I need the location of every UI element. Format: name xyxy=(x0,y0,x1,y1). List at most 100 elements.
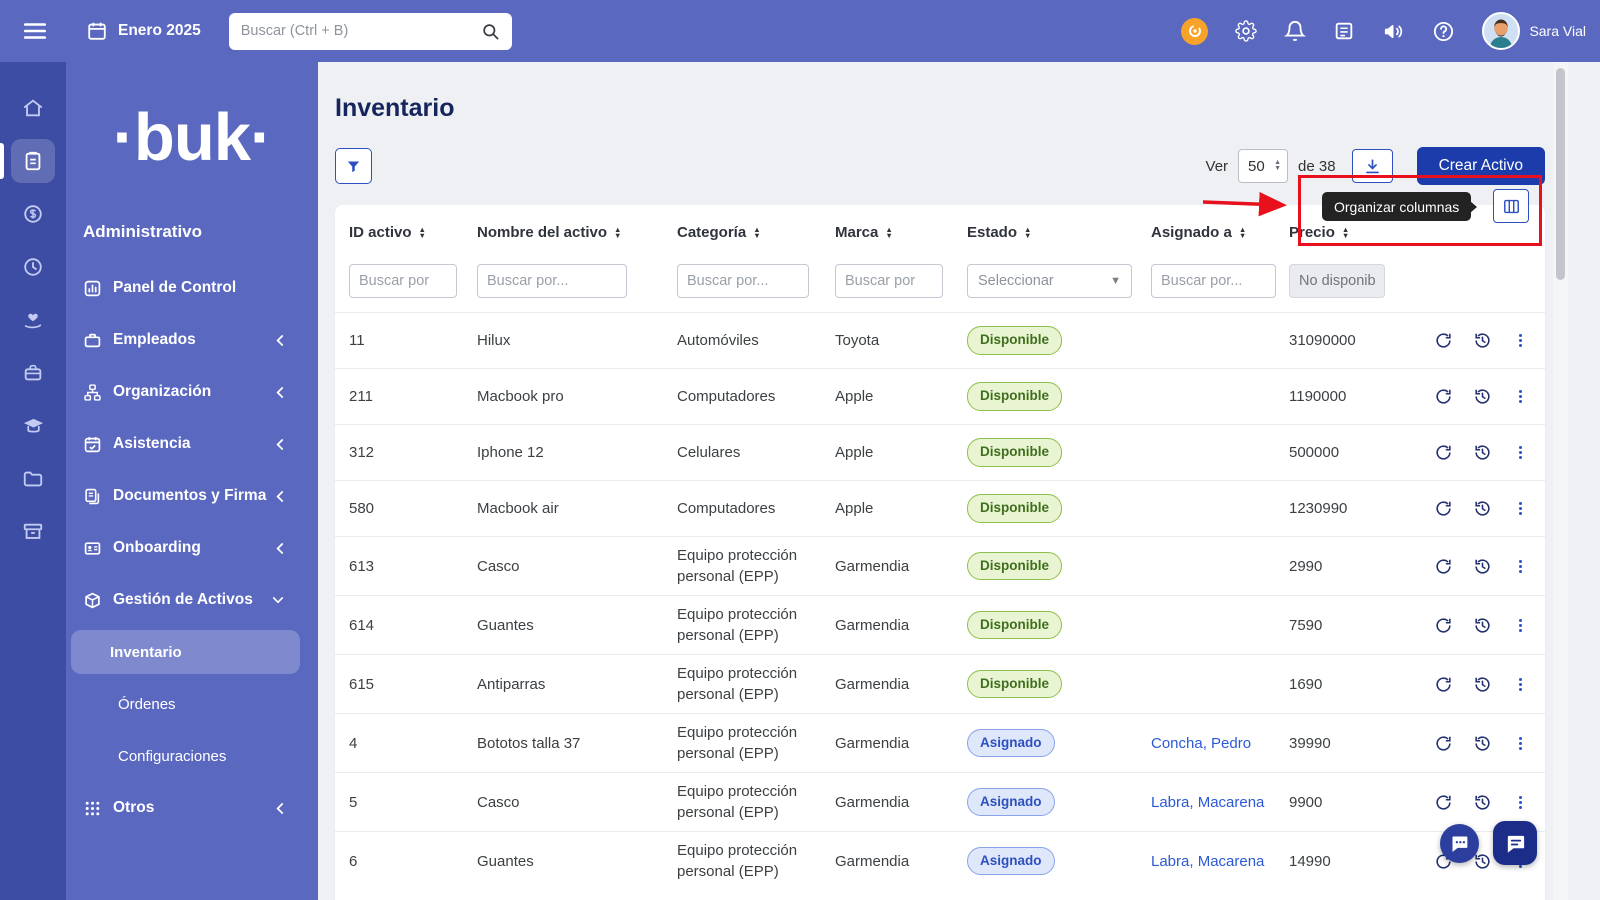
page-size-value: 50 xyxy=(1248,158,1265,175)
history-button[interactable] xyxy=(1473,499,1492,518)
org-chart-icon xyxy=(84,384,101,401)
sidebar-subitem-configuraciones[interactable]: Configuraciones xyxy=(66,730,318,782)
history-button[interactable] xyxy=(1473,793,1492,812)
dollar-icon xyxy=(22,203,44,225)
toolbar: Ver 50 ▲▼ de 38 Crear Activo xyxy=(335,147,1545,185)
col-header-precio[interactable]: Precio▲▼ xyxy=(1289,224,1434,241)
news-button[interactable] xyxy=(1333,20,1355,42)
rewards-button[interactable] xyxy=(1181,18,1208,45)
filter-nombre-input[interactable] xyxy=(477,264,627,298)
row-actions xyxy=(1434,323,1549,358)
refresh-button[interactable] xyxy=(1434,387,1453,406)
table-row: 312 Iphone 12 Celulares Apple Disponible… xyxy=(335,424,1545,480)
sidebar-subitem-ordenes[interactable]: Órdenes xyxy=(66,678,318,730)
filter-asignado-input[interactable] xyxy=(1151,264,1276,298)
sidebar-subitem-inventario[interactable]: Inventario xyxy=(71,630,300,674)
refresh-button[interactable] xyxy=(1434,734,1453,753)
search-icon[interactable] xyxy=(481,22,500,41)
row-menu-button[interactable] xyxy=(1512,387,1529,406)
notifications-button[interactable] xyxy=(1284,20,1306,42)
refresh-button[interactable] xyxy=(1434,443,1453,462)
cell-brand: Garmendia xyxy=(835,548,967,585)
create-asset-button[interactable]: Crear Activo xyxy=(1417,147,1545,185)
rail-item-archive[interactable] xyxy=(11,510,55,554)
cell-brand: Apple xyxy=(835,490,967,527)
period-selector[interactable]: Enero 2025 xyxy=(86,20,201,42)
settings-button[interactable] xyxy=(1235,20,1257,42)
sidebar-subitem-label: Inventario xyxy=(110,644,182,661)
history-button[interactable] xyxy=(1473,616,1492,635)
help-widget-button[interactable] xyxy=(1493,821,1537,865)
history-button[interactable] xyxy=(1473,852,1492,871)
sidebar-item-onboarding[interactable]: Onboarding xyxy=(66,522,318,574)
assigned-link[interactable]: Labra, Macarena xyxy=(1151,853,1264,870)
download-button[interactable] xyxy=(1352,149,1393,183)
refresh-button[interactable] xyxy=(1434,675,1453,694)
filter-categoria-input[interactable] xyxy=(677,264,809,298)
row-menu-button[interactable] xyxy=(1512,793,1529,812)
search-input[interactable] xyxy=(241,23,481,39)
row-menu-button[interactable] xyxy=(1512,734,1529,753)
history-button[interactable] xyxy=(1473,331,1492,350)
user-menu[interactable]: Sara Vial xyxy=(1482,12,1586,50)
assets-icon xyxy=(84,592,101,609)
history-button[interactable] xyxy=(1473,675,1492,694)
history-button[interactable] xyxy=(1473,557,1492,576)
col-header-categoria[interactable]: Categoría▲▼ xyxy=(677,224,835,241)
announcements-button[interactable] xyxy=(1382,20,1405,43)
history-button[interactable] xyxy=(1473,443,1492,462)
row-menu-button[interactable] xyxy=(1512,616,1529,635)
scrollbar-thumb[interactable] xyxy=(1556,68,1565,280)
rail-item-time[interactable] xyxy=(11,245,55,289)
sidebar-item-otros[interactable]: Otros xyxy=(66,782,318,834)
sidebar-item-empleados[interactable]: Empleados xyxy=(66,314,318,366)
chat-widget-button[interactable] xyxy=(1440,824,1479,863)
rail-item-files[interactable] xyxy=(11,457,55,501)
toolbar-right: Ver 50 ▲▼ de 38 Crear Activo xyxy=(1206,147,1545,185)
menu-toggle-button[interactable] xyxy=(22,18,48,44)
sidebar-item-asistencia[interactable]: Asistencia xyxy=(66,418,318,470)
help-button[interactable] xyxy=(1432,20,1455,43)
row-menu-button[interactable] xyxy=(1512,675,1529,694)
sidebar-item-organizacion[interactable]: Organización xyxy=(66,366,318,418)
rail-item-training[interactable] xyxy=(11,404,55,448)
sidebar-item-documentos-y-firma[interactable]: Documentos y Firma xyxy=(66,470,318,522)
refresh-button[interactable] xyxy=(1434,557,1453,576)
rail-item-home[interactable] xyxy=(11,86,55,130)
sidebar: ·buk· Administrativo Panel de Control Em… xyxy=(66,62,318,900)
col-header-estado[interactable]: Estado▲▼ xyxy=(967,224,1151,241)
assigned-link[interactable]: Concha, Pedro xyxy=(1151,735,1251,752)
main-content: Inventario Ver 50 ▲▼ de 38 Crear Activo xyxy=(318,62,1600,900)
refresh-button[interactable] xyxy=(1434,331,1453,350)
row-menu-button[interactable] xyxy=(1512,331,1529,350)
assigned-link[interactable]: Labra, Macarena xyxy=(1151,794,1264,811)
sidebar-item-gestion-de-activos[interactable]: Gestión de Activos xyxy=(66,574,318,626)
col-header-marca[interactable]: Marca▲▼ xyxy=(835,224,967,241)
rail-item-assets[interactable] xyxy=(11,139,55,183)
col-header-nombre[interactable]: Nombre del activo▲▼ xyxy=(477,224,677,241)
history-button[interactable] xyxy=(1473,734,1492,753)
refresh-button[interactable] xyxy=(1434,793,1453,812)
filter-id-input[interactable] xyxy=(349,264,457,298)
filter-button[interactable] xyxy=(335,148,372,184)
refresh-button[interactable] xyxy=(1434,499,1453,518)
filter-estado-select[interactable]: Seleccionar▼ xyxy=(967,264,1132,298)
scrollbar-track[interactable] xyxy=(1553,62,1568,900)
rail-item-talent[interactable] xyxy=(11,351,55,395)
history-button[interactable] xyxy=(1473,387,1492,406)
page-size-select[interactable]: 50 ▲▼ xyxy=(1238,149,1288,183)
refresh-button[interactable] xyxy=(1434,616,1453,635)
refresh-icon xyxy=(1434,734,1453,753)
row-menu-button[interactable] xyxy=(1512,557,1529,576)
sidebar-item-panel-de-control[interactable]: Panel de Control xyxy=(66,262,318,314)
rail-item-benefits[interactable] xyxy=(11,298,55,342)
rail-item-payroll[interactable] xyxy=(11,192,55,236)
col-header-asignado[interactable]: Asignado a▲▼ xyxy=(1151,224,1289,241)
cell-category: Equipo protección personal (EPP) xyxy=(677,714,835,772)
row-menu-button[interactable] xyxy=(1512,443,1529,462)
organize-columns-button[interactable] xyxy=(1493,189,1529,223)
row-menu-button[interactable] xyxy=(1512,499,1529,518)
filter-marca-input[interactable] xyxy=(835,264,943,298)
col-header-id[interactable]: ID activo▲▼ xyxy=(349,224,477,241)
status-badge: Asignado xyxy=(967,788,1055,817)
